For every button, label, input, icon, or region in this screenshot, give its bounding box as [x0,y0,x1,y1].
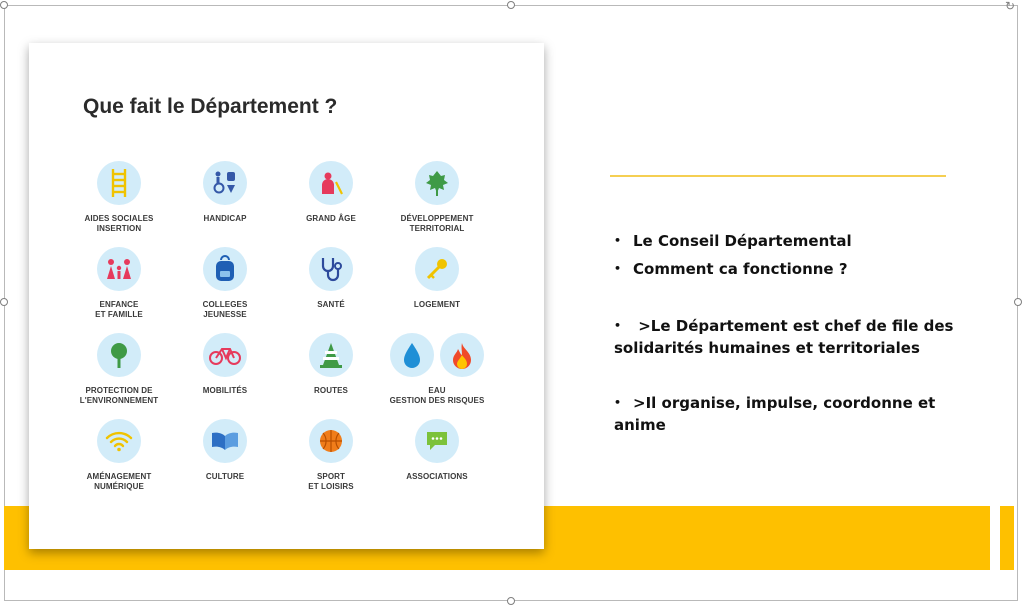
ladder-icon [97,161,141,205]
water-drop-and-fire-icon [367,333,507,377]
item-mobilites: MOBILITÉS [170,333,280,396]
wifi-icon [97,419,141,463]
family-icon [97,247,141,291]
backpack-icon [203,247,247,291]
item-grand-age: GRAND ÂGE [276,161,386,224]
item-sport-loisirs: SPORT ET LOISIRS [276,419,386,492]
yellow-divider-line [610,175,946,177]
fire-icon [440,333,484,377]
item-colleges-jeunesse: COLLEGES JEUNESSE [170,247,280,320]
bicycle-icon [203,333,247,377]
key-icon [415,247,459,291]
item-eau-gestion-risques: EAU GESTION DES RISQUES [367,333,507,406]
item-amenagement-numerique: AMÉNAGEMENT NUMÉRIQUE [64,419,174,492]
item-sante: SANTÉ [276,247,386,310]
item-aides-sociales: AIDES SOCIALES INSERTION [64,161,174,234]
item-handicap: HANDICAP [170,161,280,224]
water-drop-icon [390,333,434,377]
traffic-cone-icon [309,333,353,377]
item-developpement-territorial: DÉVELOPPEMENT TERRITORIAL [382,161,492,234]
bullet-item: • >Le Département est chef de file des s… [614,317,954,357]
ball-icon [309,419,353,463]
speech-bubble-icon [415,419,459,463]
tree-icon [97,333,141,377]
resize-handle-top-left[interactable] [0,1,8,9]
leaf-icon [415,161,459,205]
resize-handle-middle-right[interactable] [1014,298,1022,306]
item-logement: LOGEMENT [382,247,492,310]
open-book-icon [203,419,247,463]
item-associations: ASSOCIATIONS [382,419,492,482]
item-protection-environnement: PROTECTION DE L'ENVIRONNEMENT [64,333,174,406]
bullet-item: • >Il organise, impulse, coordonne et ani… [614,394,936,434]
resize-handle-top-center[interactable] [507,1,515,9]
item-enfance-famille: ENFANCE ET FAMILLE [64,247,174,320]
bullet-item: • Comment ca fonctionne ? [614,260,848,278]
bullet-item: • Le Conseil Départemental [614,232,852,250]
resize-handle-middle-left[interactable] [0,298,8,306]
rotate-handle-icon[interactable]: ↻ [1005,0,1017,12]
accessibility-icon [203,161,247,205]
card-title: Que fait le Département ? [83,95,338,118]
resize-handle-bottom-center[interactable] [507,597,515,605]
stethoscope-icon [309,247,353,291]
yellow-footer-band-end [1000,506,1014,570]
elderly-person-icon [309,161,353,205]
item-culture: CULTURE [170,419,280,482]
department-image-card[interactable]: Que fait le Département ? AIDES SOCIALES… [29,43,544,549]
